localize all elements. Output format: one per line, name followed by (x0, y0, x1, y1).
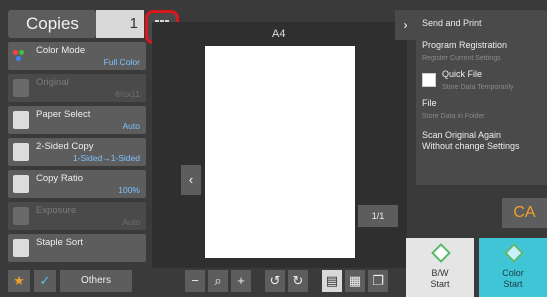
function-label: Color Mode (36, 45, 86, 56)
function-copy-ratio[interactable]: Copy Ratio 100% (8, 170, 146, 198)
function-value: Auto (122, 217, 141, 227)
function-label: Exposure (36, 205, 77, 216)
pages-icon: ❐ (372, 273, 384, 288)
rotate-right-icon: ↻ (292, 273, 304, 288)
copies-count-field[interactable]: 1 (96, 10, 144, 38)
function-2-sided-copy[interactable]: 2-Sided Copy 1-Sided→1-Sided (8, 138, 146, 166)
function-original: Original 8½x11 (8, 74, 146, 102)
quick-file-checkbox[interactable] (422, 73, 436, 87)
bw-start-line1: B/W (431, 268, 449, 278)
program-registration-item[interactable]: Program Registration (422, 40, 507, 51)
scan-again-line2[interactable]: Without change Settings (422, 141, 520, 152)
rotate-left-button[interactable]: ↺ (265, 270, 285, 292)
quick-file-item[interactable]: Quick File (442, 69, 482, 80)
color-mode-icon (13, 50, 29, 64)
scan-again-line1[interactable]: Scan Original Again (422, 130, 501, 141)
start-diamond-icon (504, 243, 524, 263)
preview-toolbar: − ⌕ + ↺ ↻ ▤ ▦ ❐ (185, 270, 388, 292)
original-icon (13, 79, 29, 97)
bw-start-line2: Start (430, 279, 450, 289)
rotate-right-button[interactable]: ↻ (288, 270, 308, 292)
checkmark-icon: ✓ (39, 273, 51, 288)
function-label: Original (36, 77, 69, 88)
quick-file-sub: Store Data Temporarily (442, 84, 514, 91)
chevron-left-icon: ‹ (188, 172, 194, 187)
clear-all-button[interactable]: CA (502, 198, 547, 228)
minus-icon: − (191, 273, 199, 288)
bottom-left-buttons: ★ ✓ Others (8, 270, 132, 292)
pages-view-button[interactable]: ❐ (368, 270, 388, 292)
duplex-icon (13, 143, 29, 161)
function-label: 2-Sided Copy (36, 141, 94, 152)
color-start-line1: Color (502, 268, 524, 278)
file-item[interactable]: File (422, 98, 437, 109)
thumbnail-view-button[interactable]: ▦ (345, 270, 365, 292)
magnifier-icon: ⌕ (214, 273, 222, 288)
others-button[interactable]: Others (60, 270, 132, 292)
rotate-left-icon: ↺ (269, 273, 281, 288)
right-panel-toggle[interactable]: › (395, 10, 416, 40)
function-value: 100% (118, 185, 140, 195)
function-value: Full Color (103, 57, 140, 67)
plus-icon: + (237, 273, 245, 288)
bw-start-button[interactable]: B/W Start (406, 238, 474, 297)
start-diamond-icon (431, 243, 451, 263)
function-value: 8½x11 (115, 89, 140, 99)
paper-icon (13, 111, 29, 129)
page-view-icon: ▤ (325, 273, 339, 288)
function-staple-sort[interactable]: Staple Sort (8, 234, 146, 262)
single-page-view-button[interactable]: ▤ (322, 270, 342, 292)
action-panel: Send and Print Program Registration Regi… (416, 10, 547, 185)
zoom-in-button[interactable]: + (231, 270, 251, 292)
ratio-icon (13, 175, 29, 193)
chevron-right-icon: › (403, 18, 408, 32)
copies-title: Copies (8, 10, 96, 38)
star-icon: ★ (13, 273, 25, 288)
color-start-button[interactable]: Color Start (479, 238, 547, 297)
function-label: Paper Select (36, 109, 91, 120)
send-and-print-item[interactable]: Send and Print (422, 18, 482, 29)
function-list: Color Mode Full Color Original 8½x11 Pap… (8, 42, 146, 266)
zoom-button[interactable]: ⌕ (208, 270, 228, 292)
favorite-button[interactable]: ★ (8, 270, 30, 292)
function-value: 1-Sided→1-Sided (72, 153, 140, 163)
page-counter: 1/1 (358, 205, 398, 227)
program-registration-sub: Register Current Settings (422, 55, 501, 62)
color-start-line2: Start (503, 279, 523, 289)
grid-view-icon: ▦ (348, 273, 362, 288)
function-label: Staple Sort (36, 237, 83, 248)
exposure-icon (13, 207, 29, 225)
check-settings-button[interactable]: ✓ (34, 270, 56, 292)
function-color-mode[interactable]: Color Mode Full Color (8, 42, 146, 70)
function-label: Copy Ratio (36, 173, 83, 184)
file-sub: Store Data in Folder (422, 113, 485, 120)
zoom-out-button[interactable]: − (185, 270, 205, 292)
copy-screen: Copies 1 Color Mode Full Color Original … (0, 0, 547, 297)
staple-icon (13, 239, 29, 257)
paper-preview (205, 46, 355, 258)
function-value: Auto (122, 121, 141, 131)
function-exposure: Exposure Auto (8, 202, 146, 230)
paper-size-label: A4 (272, 28, 286, 40)
function-paper-select[interactable]: Paper Select Auto (8, 106, 146, 134)
collapse-left-button[interactable]: ‹ (181, 165, 201, 195)
